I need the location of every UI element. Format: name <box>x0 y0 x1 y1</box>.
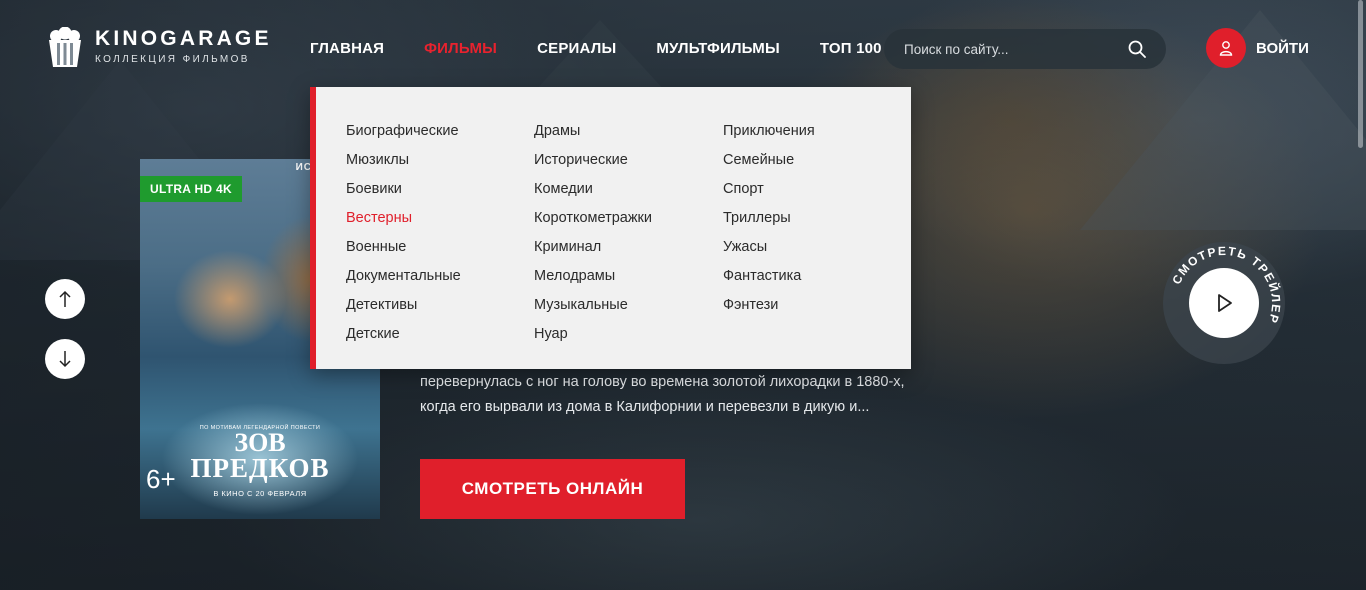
genre-link[interactable]: Исторические <box>534 146 652 175</box>
poster-release-date: В КИНО С 20 ФЕВРАЛЯ <box>213 489 307 498</box>
login-button[interactable]: ВОЙТИ <box>1206 28 1309 68</box>
genres-column: Драмы Исторические Комедии Короткометражки К… <box>534 117 652 349</box>
genre-link[interactable]: Мюзиклы <box>346 146 461 175</box>
movie-description: перевернулась с ног на голову во времена… <box>420 370 930 420</box>
genres-column: Приключения Семейные Спорт Триллеры Ужасы Фан… <box>723 117 815 320</box>
page-scrollbar[interactable] <box>1349 0 1366 590</box>
scrollbar-thumb[interactable] <box>1358 0 1363 148</box>
login-label[interactable]: ВОЙТИ <box>1256 40 1309 57</box>
slide-down-button[interactable] <box>45 339 85 379</box>
main-nav: ГЛАВНАЯ ФИЛЬМЫ СЕРИАЛЫ МУЛЬТФИЛЬМЫ ТОП 1… <box>310 40 922 58</box>
site-header: KINOGARAGE КОЛЛЕКЦИЯ ФИЛЬМОВ ГЛАВНАЯ ФИЛ… <box>0 0 1366 96</box>
genre-link[interactable]: Короткометражки <box>534 204 652 233</box>
nav-item-top100[interactable]: ТОП 100 <box>820 40 882 58</box>
site-logo[interactable]: KINOGARAGE КОЛЛЕКЦИЯ ФИЛЬМОВ <box>46 26 272 67</box>
poster-title-line2: ПРЕДКОВ <box>190 453 330 483</box>
genre-link[interactable]: Семейные <box>723 146 815 175</box>
poster-title-line1: ЗОВ <box>234 428 286 457</box>
user-icon[interactable] <box>1206 28 1246 68</box>
genre-link[interactable]: Биографические <box>346 117 461 146</box>
genre-link[interactable]: Боевики <box>346 175 461 204</box>
genres-column: Биографические Мюзиклы Боевики Вестерны Воен… <box>346 117 461 349</box>
popcorn-icon <box>46 26 84 67</box>
genre-link[interactable]: Музыкальные <box>534 291 652 320</box>
description-line: перевернулась с ног на голову во времена… <box>420 374 905 390</box>
genre-link[interactable]: Криминал <box>534 233 652 262</box>
genre-link[interactable]: Спорт <box>723 175 815 204</box>
genre-link[interactable]: Детские <box>346 320 461 349</box>
genre-link[interactable]: Документальные <box>346 262 461 291</box>
genre-link[interactable]: Драмы <box>534 117 652 146</box>
nav-item-films[interactable]: ФИЛЬМЫ <box>424 40 497 58</box>
nav-item-cartoons[interactable]: МУЛЬТФИЛЬМЫ <box>656 40 780 58</box>
quality-badge: ULTRA HD 4K <box>140 176 242 202</box>
play-icon[interactable] <box>1189 268 1259 338</box>
search-box <box>884 29 1166 69</box>
genre-link[interactable]: Фэнтези <box>723 291 815 320</box>
logo-subtitle: КОЛЛЕКЦИЯ ФИЛЬМОВ <box>95 54 250 65</box>
arrow-down-icon <box>59 351 71 368</box>
genre-link[interactable]: Детективы <box>346 291 461 320</box>
nav-item-series[interactable]: СЕРИАЛЫ <box>537 40 616 58</box>
watch-trailer-button[interactable]: СМОТРЕТЬ ТРЕЙЛЕР <box>1163 242 1285 364</box>
description-line: когда его вырвали из дома в Калифорнии и… <box>420 399 870 415</box>
watch-online-button[interactable]: СМОТРЕТЬ ОНЛАЙН <box>420 459 685 519</box>
genre-link[interactable]: Нуар <box>534 320 652 349</box>
genre-link[interactable]: Триллеры <box>723 204 815 233</box>
slide-up-button[interactable] <box>45 279 85 319</box>
genre-link[interactable]: Приключения <box>723 117 815 146</box>
arrow-up-icon <box>59 290 71 307</box>
nav-item-home[interactable]: ГЛАВНАЯ <box>310 40 384 58</box>
genres-dropdown: Биографические Мюзиклы Боевики Вестерны Воен… <box>310 87 911 369</box>
genre-link[interactable]: Фантастика <box>723 262 815 291</box>
genre-link[interactable]: Военные <box>346 233 461 262</box>
genre-link[interactable]: Мелодрамы <box>534 262 652 291</box>
search-icon[interactable] <box>1128 40 1146 58</box>
genre-link[interactable]: Ужасы <box>723 233 815 262</box>
search-input[interactable] <box>904 41 1114 57</box>
genre-link[interactable]: Комедии <box>534 175 652 204</box>
genre-link[interactable]: Вестерны <box>346 204 461 233</box>
logo-title: KINOGARAGE <box>95 27 272 50</box>
